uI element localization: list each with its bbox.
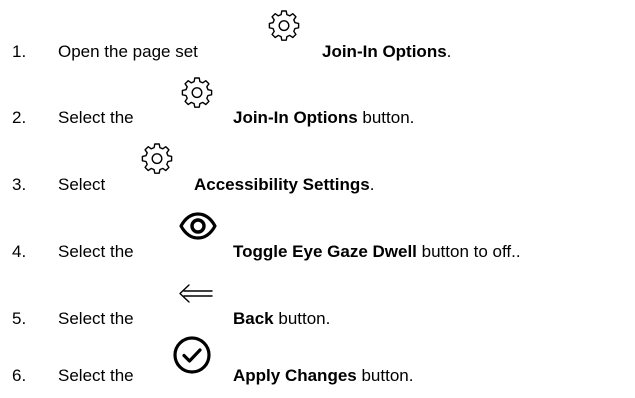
step-label: Back button.	[233, 309, 330, 329]
step-bold-label: Apply Changes	[233, 366, 357, 385]
step-label: Toggle Eye Gaze Dwell button to off..	[233, 242, 521, 262]
step-suffix: button to off..	[416, 242, 521, 261]
step-number: 5.	[12, 309, 27, 328]
back-arrow-icon	[174, 272, 218, 316]
gear-icon	[175, 72, 219, 116]
step-label: Apply Changes button.	[233, 366, 413, 386]
gear-icon	[135, 138, 179, 182]
step-suffix: button.	[273, 309, 331, 328]
step-bold-label: Toggle Eye Gaze Dwell	[233, 242, 417, 261]
step-number: 3.	[12, 175, 27, 194]
eye-icon	[176, 204, 220, 248]
step-text: Select the	[58, 366, 134, 385]
step-number: 6.	[12, 366, 27, 385]
step-text: Select the	[58, 309, 134, 328]
step-text: Select	[58, 175, 106, 194]
check-circle-icon	[170, 333, 214, 377]
step-suffix: .	[369, 175, 375, 194]
step-text: Select the	[58, 242, 134, 261]
step-label: Join-In Options button.	[233, 108, 414, 128]
step-bold-label: Back	[233, 309, 274, 328]
step-number: 2.	[12, 108, 27, 127]
step-text: Select the	[58, 108, 134, 127]
step-suffix: button.	[357, 108, 415, 127]
step-number: 4.	[12, 242, 27, 261]
step-6: 6. Select the Apply Changes button.	[0, 0, 635, 385]
step-bold-label: Accessibility Settings	[194, 175, 370, 194]
step-suffix: button.	[356, 366, 414, 385]
step-bold-label: Join-In Options	[233, 108, 358, 127]
step-label: Accessibility Settings.	[194, 175, 374, 195]
